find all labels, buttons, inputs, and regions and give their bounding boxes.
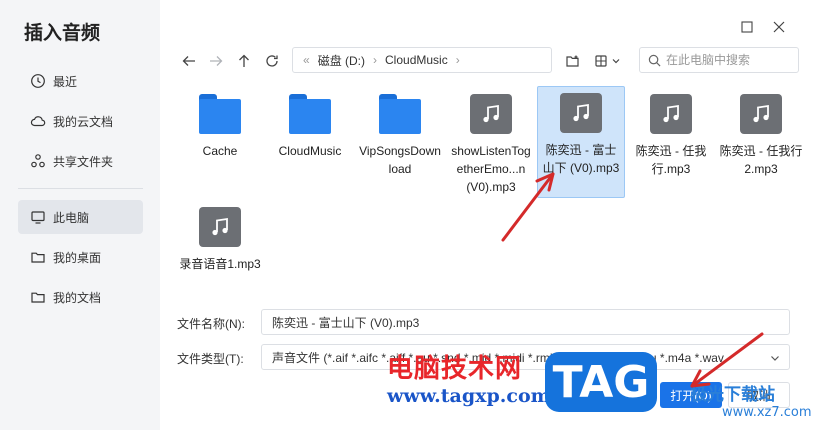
chevron-right-icon: › [455, 53, 460, 67]
share-folder-icon [31, 154, 45, 168]
filename-label: 文件名称(N): [177, 317, 245, 331]
breadcrumb-folder[interactable]: CloudMusic [385, 53, 448, 67]
sidebar-item-documents[interactable]: 我的文档 [18, 280, 143, 314]
breadcrumb-drive[interactable]: 磁盘 (D:) [318, 52, 365, 69]
sidebar: 插入音频 最近 我的云文档 共享文件夹 此电脑 我的桌面 我的文档 [0, 0, 160, 430]
arrow-left-icon [182, 56, 195, 66]
filetype-select[interactable]: 声音文件 (*.aif *.aifc *.aiff *.au *.snd *.m… [261, 344, 790, 370]
file-item-renwoxing[interactable]: 陈奕迅 - 任我行.mp3 [627, 88, 715, 178]
folder-icon [379, 94, 421, 134]
dialog-title: 插入音频 [24, 23, 101, 44]
file-item-selected[interactable]: 陈奕迅 - 富士山下 (V0).mp3 [537, 86, 625, 198]
file-name: CloudMusic [278, 144, 342, 158]
file-name: showListenTogetherEmo...n (V0).mp3 [451, 144, 531, 194]
view-mode-button[interactable] [590, 50, 628, 72]
search-input[interactable] [666, 53, 791, 67]
sidebar-item-this-pc[interactable]: 此电脑 [18, 200, 143, 234]
file-item-recording[interactable]: 录音语音1.mp3 [176, 201, 264, 273]
path-overflow-icon: « [303, 53, 310, 67]
file-name: 陈奕迅 - 富士山下 (V0).mp3 [542, 143, 620, 175]
folder-icon [31, 292, 45, 303]
sidebar-item-label: 此电脑 [53, 210, 90, 225]
maximize-button[interactable] [738, 18, 756, 36]
sidebar-item-label: 我的文档 [53, 290, 102, 305]
chevron-right-icon: › [373, 53, 378, 67]
new-folder-button[interactable] [562, 50, 584, 72]
sidebar-item-label: 我的桌面 [53, 250, 102, 265]
sidebar-item-label: 我的云文档 [53, 114, 114, 129]
search-icon [648, 54, 661, 66]
file-item-vipsongsdownload[interactable]: VipSongsDownload [356, 88, 444, 178]
music-note-icon [740, 94, 782, 134]
file-name: 陈奕迅 - 任我行.mp3 [635, 144, 707, 176]
close-button[interactable] [770, 18, 788, 36]
clock-icon [31, 74, 45, 88]
arrow-up-icon [239, 54, 249, 67]
maximize-icon [741, 21, 753, 33]
new-folder-icon [566, 55, 579, 67]
grid-view-icon [595, 55, 620, 67]
watermark-url: www.tagxp.com [387, 385, 551, 407]
folder-icon [289, 94, 331, 134]
chevron-down-icon [771, 356, 779, 361]
sidebar-item-label: 共享文件夹 [53, 154, 114, 169]
refresh-icon [266, 55, 278, 67]
filename-value: 陈奕迅 - 富士山下 (V0).mp3 [272, 315, 420, 330]
close-icon [773, 21, 785, 33]
file-item-cloudmusic[interactable]: CloudMusic [266, 88, 354, 160]
watermark-tag-logo: TAG [545, 352, 657, 412]
file-name: Cache [202, 144, 238, 158]
computer-icon [31, 211, 45, 224]
sidebar-item-label: 最近 [53, 74, 78, 89]
up-button[interactable] [233, 50, 255, 72]
sidebar-item-desktop[interactable]: 我的桌面 [18, 240, 143, 274]
arrow-right-icon [210, 56, 223, 66]
forward-button[interactable] [205, 50, 227, 72]
search-box[interactable] [639, 47, 799, 73]
watermark-site: 极光下载站 [690, 385, 775, 405]
file-item-showlistentogether[interactable]: showListenTogetherEmo...n (V0).mp3 [447, 88, 535, 196]
file-item-cache[interactable]: Cache [176, 88, 264, 160]
sidebar-item-shared-folder[interactable]: 共享文件夹 [18, 144, 143, 178]
filename-field[interactable]: 陈奕迅 - 富士山下 (V0).mp3 [261, 309, 790, 335]
sidebar-divider [18, 188, 143, 189]
sidebar-item-cloud-docs[interactable]: 我的云文档 [18, 104, 143, 138]
folder-icon [31, 252, 45, 263]
watermark-text: 电脑技术网 [387, 354, 523, 384]
music-note-icon [560, 93, 602, 133]
watermark-site-url: www.xz7.com [722, 405, 812, 420]
music-note-icon [650, 94, 692, 134]
music-note-icon [199, 207, 241, 247]
path-bar[interactable]: « 磁盘 (D:) › CloudMusic › [292, 47, 552, 73]
file-name: 录音语音1.mp3 [179, 257, 261, 271]
file-item-renwoxing2[interactable]: 陈奕迅 - 任我行2.mp3 [717, 88, 805, 178]
file-name: 陈奕迅 - 任我行2.mp3 [719, 144, 803, 176]
filetype-label: 文件类型(T): [177, 352, 244, 366]
refresh-button[interactable] [261, 50, 283, 72]
sidebar-item-recent[interactable]: 最近 [18, 64, 143, 98]
cloud-icon [30, 116, 46, 127]
music-note-icon [470, 94, 512, 134]
file-name: VipSongsDownload [359, 144, 441, 176]
back-button[interactable] [178, 50, 200, 72]
folder-icon [199, 94, 241, 134]
